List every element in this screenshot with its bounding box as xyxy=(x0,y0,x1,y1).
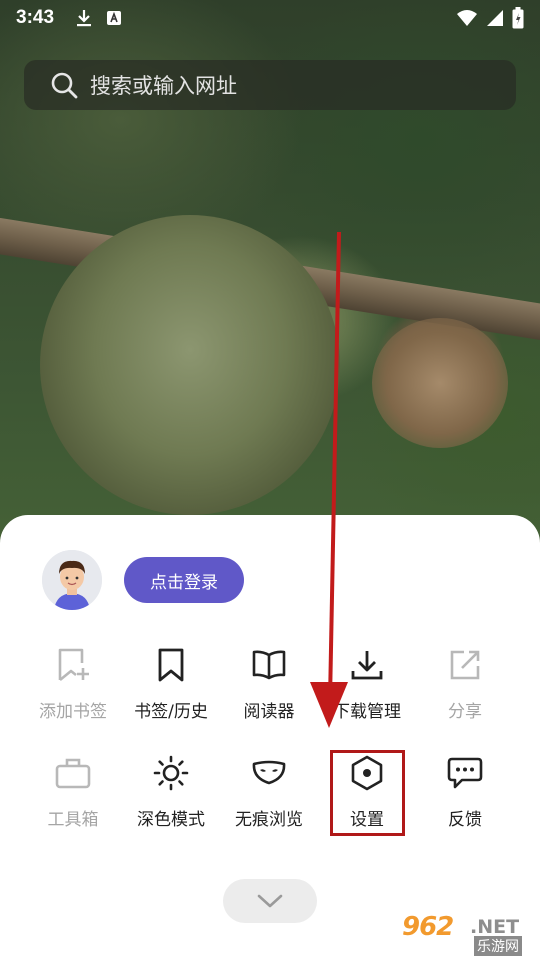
menu-row-2: 工具箱 深色模式 无痕浏览 设置 反馈 xyxy=(0,753,540,830)
chat-bubble-icon xyxy=(447,757,483,789)
avatar[interactable] xyxy=(42,550,102,610)
download-icon xyxy=(77,10,92,27)
sloth-head xyxy=(372,318,508,448)
wifi-icon xyxy=(457,10,477,26)
signal-icon xyxy=(487,10,503,26)
incognito-label: 无痕浏览 xyxy=(235,810,303,830)
menu-row-1: 添加书签 书签/历史 阅读器 下载管理 分享 xyxy=(0,645,540,722)
add-bookmark-label: 添加书签 xyxy=(39,702,107,722)
search-bar[interactable]: 搜索或输入网址 xyxy=(24,60,516,110)
dark-mode-label: 深色模式 xyxy=(137,810,205,830)
add-bookmark-item[interactable]: 添加书签 xyxy=(24,645,122,722)
status-bar: 3:43 xyxy=(0,0,540,36)
bookmark-add-icon xyxy=(58,648,89,682)
annotation-arrow-head xyxy=(310,682,348,728)
bookmark-icon xyxy=(158,648,184,682)
battery-icon xyxy=(512,7,524,29)
search-placeholder: 搜索或输入网址 xyxy=(90,74,237,98)
reader-item[interactable]: 阅读器 xyxy=(220,645,318,722)
site-watermark: 962 .NET 乐游网 xyxy=(402,912,536,956)
watermark-main: 962 xyxy=(402,912,454,942)
dark-mode-item[interactable]: 深色模式 xyxy=(122,753,220,830)
share-label: 分享 xyxy=(448,702,482,722)
sloth-body xyxy=(40,215,340,515)
search-icon xyxy=(51,72,78,99)
menu-bottom-sheet: 点击登录 添加书签 书签/历史 阅读器 下载管理 分享 工具箱 深色模式 无痕浏… xyxy=(0,515,540,960)
share-item[interactable]: 分享 xyxy=(416,645,514,722)
mask-icon xyxy=(252,760,286,785)
toolbox-label: 工具箱 xyxy=(47,810,99,830)
sun-icon xyxy=(153,755,189,791)
feedback-item[interactable]: 反馈 xyxy=(416,753,514,830)
profile-row: 点击登录 xyxy=(42,550,244,610)
share-icon xyxy=(450,650,480,680)
reader-label: 阅读器 xyxy=(243,702,295,722)
bookmarks-history-item[interactable]: 书签/历史 xyxy=(122,645,220,722)
watermark-sub: 乐游网 xyxy=(474,936,522,956)
collapse-button[interactable] xyxy=(223,879,317,923)
bookmarks-history-label: 书签/历史 xyxy=(134,702,208,722)
feedback-label: 反馈 xyxy=(448,810,482,830)
chevron-down-icon xyxy=(257,894,283,908)
settings-highlight-box xyxy=(330,750,405,836)
incognito-item[interactable]: 无痕浏览 xyxy=(220,753,318,830)
toolbox-icon xyxy=(55,758,91,789)
book-open-icon xyxy=(252,650,286,680)
text-a-icon xyxy=(107,11,122,25)
login-button[interactable]: 点击登录 xyxy=(124,557,244,603)
download-icon xyxy=(351,651,383,680)
toolbox-item[interactable]: 工具箱 xyxy=(24,753,122,830)
watermark-suffix: .NET xyxy=(470,916,520,938)
status-time: 3:43 xyxy=(16,7,55,28)
